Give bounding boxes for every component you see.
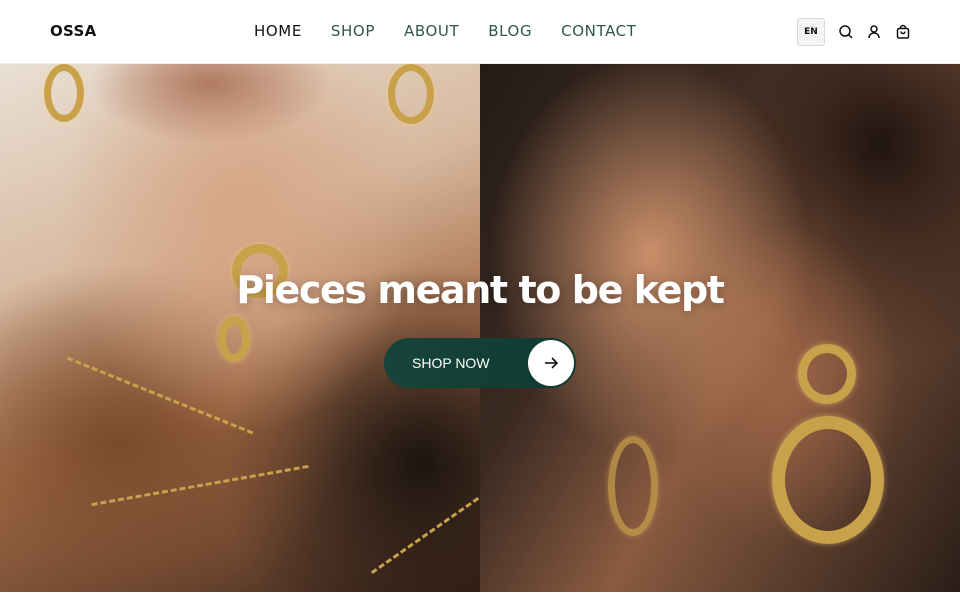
nav-shop[interactable]: SHOP [331,22,375,40]
hands-with-gold-rings-and-chains-photo [0,64,480,592]
gold-ring-small [218,316,250,362]
search-icon[interactable] [838,24,854,40]
hero-banner: Pieces meant to be kept SHOP NOW [0,64,960,592]
nav-contact[interactable]: CONTACT [561,22,636,40]
cart-icon[interactable] [895,24,911,40]
earring-top [798,344,856,404]
gold-chain [66,356,254,435]
gold-chain [91,464,309,507]
nav-about[interactable]: ABOUT [404,22,459,40]
earring-bottom [772,416,884,544]
hero-title: Pieces meant to be kept [236,268,725,312]
earring-reflection [608,436,658,536]
shop-now-label: SHOP NOW [412,355,490,371]
gold-chain [370,496,480,575]
brand-logo[interactable]: OSSA [50,22,97,40]
site-header: OSSA HOME SHOP ABOUT BLOG CONTACT EN [0,0,960,64]
language-selector[interactable]: EN [797,18,825,46]
hoop-earring-left [44,64,84,122]
profile-with-gold-earring-photo [480,64,960,592]
main-nav: HOME SHOP ABOUT BLOG CONTACT [254,22,666,40]
arrow-right-icon [528,340,574,386]
nav-home[interactable]: HOME [254,22,302,40]
shop-now-button[interactable]: SHOP NOW [384,338,576,388]
user-icon[interactable] [866,24,882,40]
hoop-earring-right [388,64,434,124]
nav-blog[interactable]: BLOG [488,22,532,40]
